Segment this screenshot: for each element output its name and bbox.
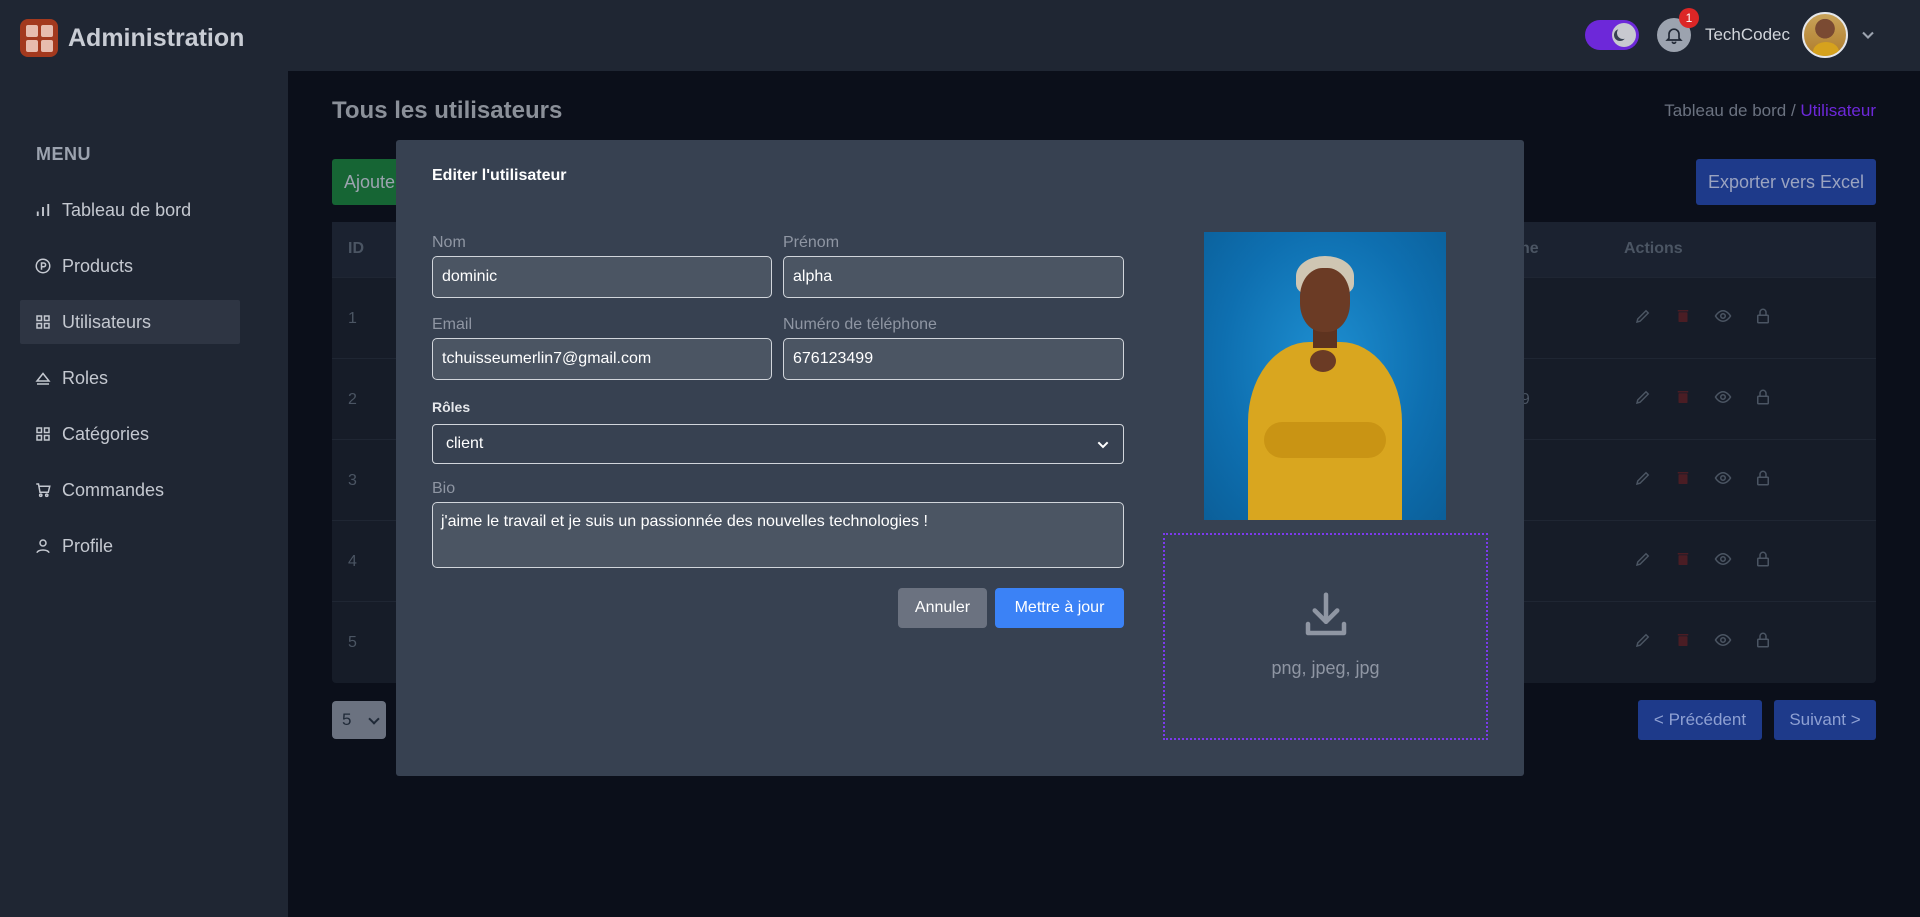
roles-select[interactable]: client	[432, 424, 1124, 464]
cell-id: 3	[348, 472, 357, 489]
delete-icon[interactable]	[1674, 307, 1692, 325]
product-icon	[35, 258, 51, 274]
sidebar-item-categories[interactable]: Catégories	[20, 412, 240, 456]
dropzone-text: png, jpeg, jpg	[1271, 658, 1380, 678]
user-photo	[1204, 232, 1446, 520]
view-icon[interactable]	[1714, 388, 1732, 406]
app-title: Administration	[68, 23, 245, 52]
column-header-actions: Actions	[1624, 240, 1683, 257]
sidebar-item-products[interactable]: Products	[20, 244, 240, 288]
nom-label: Nom	[432, 234, 466, 251]
delete-icon[interactable]	[1674, 469, 1692, 487]
breadcrumb-separator: /	[1786, 101, 1801, 120]
chevron-down-icon[interactable]	[1858, 25, 1878, 45]
download-icon	[1305, 592, 1346, 636]
view-icon[interactable]	[1714, 307, 1732, 325]
sidebar: MENU Tableau de bord Products Utilisateu…	[0, 71, 288, 917]
notifications-button[interactable]: 1	[1656, 8, 1699, 52]
phone-field[interactable]: 676123499	[783, 338, 1124, 380]
roles-label: Rôles	[432, 399, 471, 415]
edit-icon[interactable]	[1634, 550, 1652, 568]
email-field[interactable]: tchuisseumerlin7@gmail.com	[432, 338, 772, 380]
sidebar-item-dashboard[interactable]: Tableau de bord	[20, 188, 240, 232]
nom-field[interactable]: dominic	[432, 256, 772, 298]
next-page-button[interactable]: Suivant >	[1774, 700, 1876, 740]
cell-id: 5	[348, 634, 357, 651]
top-bar: Administration 1 TechCodec	[0, 0, 1920, 71]
sidebar-item-orders[interactable]: Commandes	[20, 468, 240, 512]
roles-selected-value: client	[446, 435, 484, 452]
lock-icon[interactable]	[1754, 550, 1772, 568]
image-dropzone[interactable]: png, jpeg, jpg	[1163, 533, 1488, 740]
notification-badge: 1	[1678, 8, 1699, 28]
delete-icon[interactable]	[1674, 388, 1692, 406]
edit-icon[interactable]	[1634, 307, 1652, 325]
sidebar-item-label: Profile	[62, 535, 114, 556]
previous-page-button[interactable]: < Précédent	[1638, 700, 1762, 740]
bell-icon	[1665, 28, 1683, 45]
breadcrumb: Tableau de bord / Utilisateur	[1664, 101, 1876, 121]
app-logo-icon	[20, 19, 58, 57]
view-icon[interactable]	[1714, 631, 1732, 649]
view-icon[interactable]	[1714, 550, 1732, 568]
sidebar-item-profile[interactable]: Profile	[20, 524, 240, 568]
menu-title: MENU	[36, 144, 91, 164]
sidebar-item-roles[interactable]: Roles	[20, 356, 240, 400]
delete-icon[interactable]	[1674, 631, 1692, 649]
prenom-label: Prénom	[783, 234, 840, 251]
breadcrumb-root[interactable]: Tableau de bord	[1664, 101, 1786, 120]
delete-icon[interactable]	[1674, 550, 1692, 568]
avatar[interactable]	[1802, 12, 1848, 58]
export-excel-button[interactable]: Exporter vers Excel	[1696, 159, 1876, 205]
sidebar-item-label: Roles	[62, 367, 109, 388]
bio-label: Bio	[432, 480, 456, 497]
edit-icon[interactable]	[1634, 469, 1652, 487]
breadcrumb-current: Utilisateur	[1800, 101, 1876, 120]
edit-icon[interactable]	[1634, 388, 1652, 406]
brand[interactable]: Administration	[20, 19, 244, 57]
lock-icon[interactable]	[1754, 469, 1772, 487]
sidebar-item-label: Utilisateurs	[62, 311, 152, 332]
chevron-down-icon	[1097, 441, 1109, 449]
page-title: Tous les utilisateurs	[332, 97, 563, 124]
moon-icon	[1611, 23, 1636, 47]
cell-id: 2	[348, 391, 357, 408]
edit-user-modal: Editer l'utilisateur Nom dominic Prénom …	[396, 140, 1524, 776]
page-size-select[interactable]: 5	[332, 701, 386, 739]
roles-icon	[35, 372, 51, 385]
sidebar-item-label: Catégories	[62, 423, 150, 444]
update-button[interactable]: Mettre à jour	[995, 588, 1124, 628]
column-header-id: ID	[348, 240, 364, 257]
users-icon	[36, 315, 50, 329]
username: TechCodec	[1704, 25, 1790, 44]
modal-title: Editer l'utilisateur	[432, 167, 567, 184]
bio-textarea[interactable]: j'aime le travail et je suis un passionn…	[432, 502, 1124, 568]
lock-icon[interactable]	[1754, 631, 1772, 649]
cell-id: 1	[348, 310, 357, 327]
sidebar-item-label: Products	[62, 255, 134, 276]
dark-mode-toggle[interactable]	[1584, 20, 1639, 50]
lock-icon[interactable]	[1754, 307, 1772, 325]
cart-icon	[36, 483, 51, 498]
sidebar-item-label: Commandes	[62, 479, 165, 500]
user-icon	[36, 539, 50, 554]
prenom-field[interactable]: alpha	[783, 256, 1124, 298]
sidebar-item-users[interactable]: Utilisateurs	[20, 300, 240, 344]
sidebar-item-label: Tableau de bord	[62, 199, 192, 220]
cell-id: 4	[348, 553, 357, 570]
phone-label: Numéro de téléphone	[783, 316, 937, 333]
edit-icon[interactable]	[1634, 631, 1652, 649]
bar-chart-icon	[36, 204, 50, 216]
view-icon[interactable]	[1714, 469, 1732, 487]
email-label: Email	[432, 316, 473, 333]
cancel-button[interactable]: Annuler	[898, 588, 987, 628]
categories-icon	[36, 427, 50, 441]
lock-icon[interactable]	[1754, 388, 1772, 406]
